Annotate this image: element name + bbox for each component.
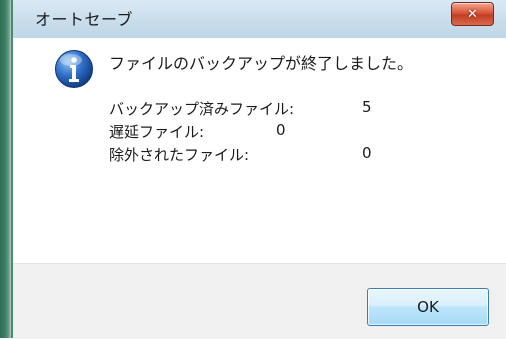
close-icon: ✕ <box>467 6 478 22</box>
detail-label-delayed: 遅延ファイル: <box>109 123 205 141</box>
detail-value-delayed: 0 <box>276 121 286 139</box>
ok-button[interactable]: OK <box>367 288 489 326</box>
info-icon <box>55 50 93 88</box>
dialog-window: オートセーブ ✕ ファイルのバックアップが終了しました。 バックアップ済みファイ… <box>0 0 506 339</box>
detail-label-excluded: 除外されたファイル: <box>109 146 250 164</box>
close-button[interactable]: ✕ <box>451 2 494 26</box>
window-title: オートセーブ <box>35 10 134 29</box>
detail-value-backed-up: 5 <box>362 98 372 116</box>
detail-label-backed-up: バックアップ済みファイル: <box>109 100 295 118</box>
detail-value-excluded: 0 <box>362 144 372 162</box>
title-bar[interactable]: オートセーブ ✕ <box>13 0 506 38</box>
message-text: ファイルのバックアップが終了しました。 <box>109 54 414 73</box>
